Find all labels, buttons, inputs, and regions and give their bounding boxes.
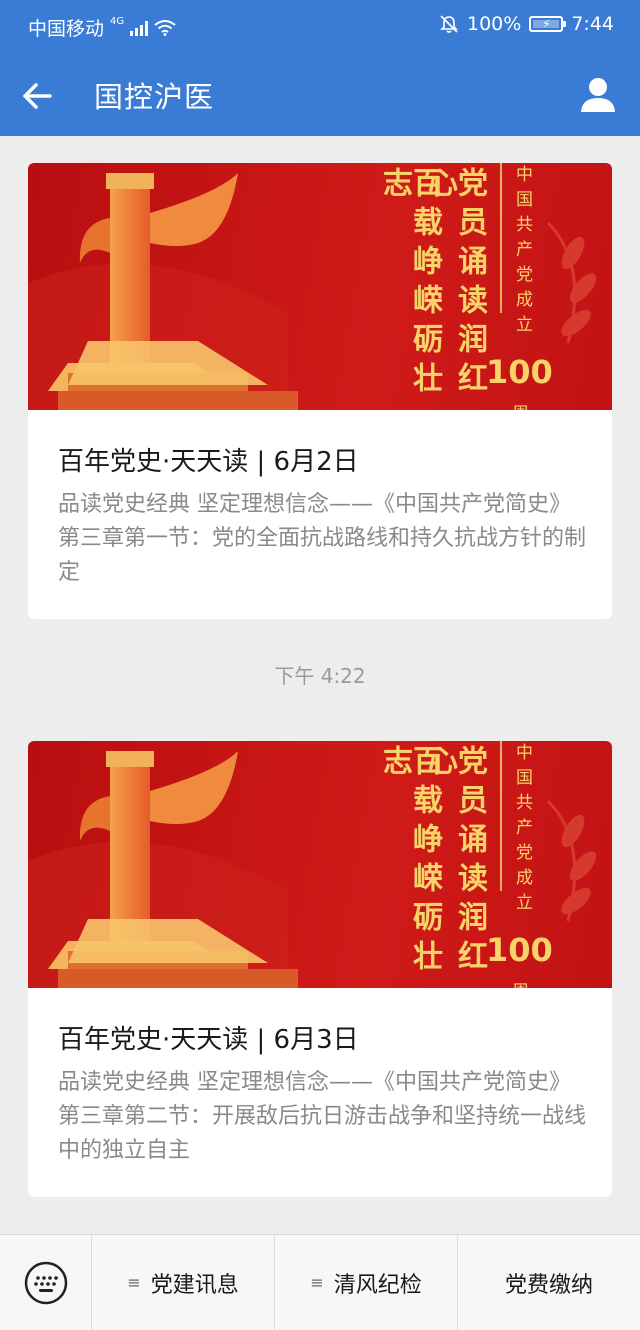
banner-zhou: 周 <box>512 977 529 988</box>
bottom-menu-bar: ≡ 党建讯息 ≡ 清风纪检 党费缴纳 <box>0 1234 640 1330</box>
banner-divider <box>500 741 502 891</box>
wifi-icon <box>154 19 176 36</box>
carrier-label: 中国移动 <box>28 18 105 40</box>
menu-label: 党费缴纳 <box>504 1272 593 1298</box>
banner-divider <box>500 163 502 313</box>
page-title: 国控沪医 <box>94 80 215 114</box>
status-bar: 中国移动 4G 100% ⚡ 7:44 <box>0 0 640 54</box>
menu-discipline[interactable]: ≡ 清风纪检 <box>275 1235 458 1330</box>
menu-icon: ≡ <box>127 1273 141 1292</box>
article-card[interactable]: 百载峥嵘砺壮志 党员诵读润红心 中国共产党成立 100 周 百年党史·天天读 |… <box>28 163 612 619</box>
menu-party-news[interactable]: ≡ 党建讯息 <box>92 1235 275 1330</box>
app-header: 国控沪医 <box>0 54 640 136</box>
article-banner: 百载峥嵘砺壮志 党员诵读润红心 中国共产党成立 100 周 <box>28 741 612 988</box>
banner-zhou: 周 <box>512 399 529 410</box>
battery-icon: ⚡ <box>529 16 567 32</box>
battery-percent: 100% <box>467 13 522 35</box>
menu-label: 党建讯息 <box>150 1272 239 1298</box>
menu-party-fee[interactable]: 党费缴纳 <box>458 1235 640 1330</box>
banner-anniversary-number: 100 <box>486 931 553 969</box>
banner-anniversary-number: 100 <box>486 353 553 391</box>
article-card[interactable]: 百载峥嵘砺壮志 党员诵读润红心 中国共产党成立 100 周 百年党史·天天读 |… <box>28 741 612 1197</box>
keyboard-toggle-button[interactable] <box>0 1235 92 1330</box>
banner-side-text: 中国共产党成立 <box>512 165 532 340</box>
signal-icon <box>130 20 149 36</box>
back-arrow-icon[interactable] <box>20 76 60 116</box>
article-title: 百年党史·天天读 | 6月2日 <box>58 447 359 477</box>
status-right: 100% ⚡ 7:44 <box>439 13 614 35</box>
article-description: 品读党史经典 坚定理想信念——《中国共产党简史》第三章第一节：党的全面抗战路线和… <box>58 492 587 585</box>
network-type: 4G <box>110 16 125 27</box>
banner-slogan-2: 党员诵读润红心 <box>422 745 487 979</box>
banner-side-text: 中国共产党成立 <box>512 743 532 918</box>
banner-slogan-2: 党员诵读润红心 <box>422 167 487 401</box>
mute-bell-icon <box>440 15 458 33</box>
article-banner: 百载峥嵘砺壮志 党员诵读润红心 中国共产党成立 100 周 <box>28 163 612 410</box>
status-left: 中国移动 4G <box>28 14 176 41</box>
message-timestamp: 下午 4:22 <box>274 664 366 688</box>
menu-icon: ≡ <box>310 1273 324 1292</box>
user-profile-icon[interactable] <box>578 74 618 114</box>
menu-label: 清风纪检 <box>333 1272 422 1298</box>
clock: 7:44 <box>571 13 614 35</box>
keyboard-icon <box>24 1261 67 1305</box>
article-title: 百年党史·天天读 | 6月3日 <box>58 1025 359 1055</box>
article-description: 品读党史经典 坚定理想信念——《中国共产党简史》第三章第二节：开展敌后抗日游击战… <box>58 1070 587 1163</box>
